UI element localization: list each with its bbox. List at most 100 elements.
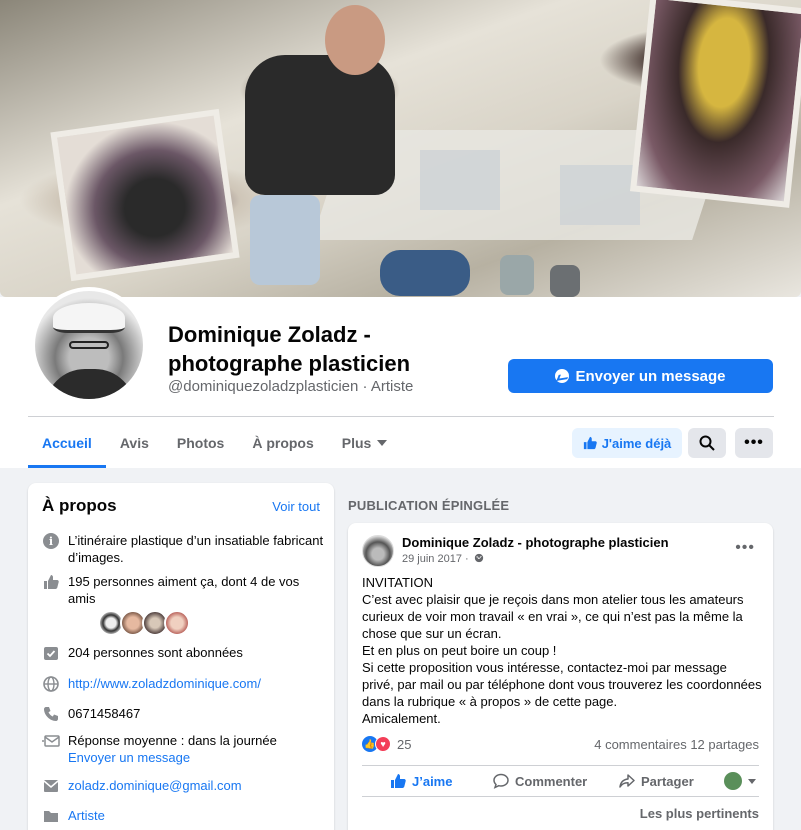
tab-label: Plus [341,434,372,451]
website-link[interactable]: http://www.zoladzdominique.com/ [68,675,261,693]
post-share-label: Partager [641,773,694,789]
thumbs-up-icon [583,436,597,450]
globe-icon [43,676,59,692]
phone-icon [44,707,58,721]
category-link[interactable]: Artiste [68,807,105,825]
post-more-options-icon[interactable]: ••• [735,539,755,557]
about-category: Artiste [42,807,324,825]
cover-figure-legs [250,195,320,285]
post-stats[interactable]: 4 commentaires 12 partages [594,737,759,752]
friend-avatars[interactable] [98,610,190,636]
love-reaction-icon: ♥ [375,736,391,752]
post-comment-button[interactable]: Commenter [493,771,587,791]
cover-photo[interactable] [0,0,801,297]
post-paragraph: Et en plus on peut boire un coup ! [362,643,557,658]
post-divider [362,765,759,766]
response-message-link[interactable]: Envoyer un message [68,749,277,766]
liked-page-button[interactable]: J'aime déjà [572,428,682,458]
comment-sort-selector[interactable]: Les plus pertinents [640,806,759,821]
about-response: Réponse moyenne : dans la journée Envoye… [42,732,324,766]
messenger-icon [555,369,570,383]
more-options-button[interactable]: ••• [735,428,773,458]
about-description: i L’itinéraire plastique d’un insatiable… [42,532,324,566]
post-divider [362,796,759,797]
search-icon [699,435,715,451]
caret-down-icon [377,439,388,446]
followers-text: 204 personnes sont abonnées [68,645,243,660]
post-reactions[interactable]: 👍 ♥ 25 [362,736,411,752]
search-button[interactable] [688,428,726,458]
share-icon [619,774,635,788]
about-email: zoladz.dominique@gmail.com [42,777,324,795]
cover-artwork [50,108,240,282]
about-likes: 195 personnes aiment ça, dont 4 de vos a… [42,573,324,607]
cover-print [420,150,500,210]
avatar-hat [53,303,125,333]
avatar [164,610,190,636]
post-like-label: J’aime [412,773,453,789]
pinned-post-label: PUBLICATION ÉPINGLÉE [348,498,510,513]
post-like-button[interactable]: J’aime [390,771,452,791]
category-folder-icon [44,811,58,822]
post-paragraph: Amicalement. [362,711,441,726]
profile-avatar[interactable] [31,287,147,403]
comment-icon [493,773,509,789]
send-message-label: Envoyer un message [575,367,726,385]
info-icon: i [43,533,59,549]
see-all-link[interactable]: Voir tout [272,499,320,514]
post-share-button[interactable]: Partager [619,771,694,791]
public-globe-icon [474,553,483,563]
thumbs-up-icon [391,774,406,788]
thumbs-up-icon [44,575,59,589]
cover-jar [500,255,534,295]
likes-text: 195 personnes aiment ça, dont 4 de vos a… [68,574,300,606]
email-icon [43,780,59,792]
cover-figure-head [325,5,385,75]
more-dots-icon: ••• [744,434,764,451]
about-title: À propos [42,496,117,515]
tab-avis[interactable]: Avis [106,417,163,468]
response-text: Réponse moyenne : dans la journée [68,733,277,748]
cover-figure [245,55,395,195]
page-title: Dominique Zoladz - photographe plasticie… [168,322,411,376]
about-followers: 204 personnes sont abonnées [42,644,324,662]
tab-label: Avis [119,434,149,451]
post-author-avatar[interactable] [362,535,394,567]
description-text: L’itinéraire plastique d’un insatiable f… [68,533,324,565]
page-handle: @dominiquezoladzplasticien · Artiste [168,378,414,395]
tab-photos[interactable]: Photos [163,417,238,468]
tab-label: Photos [176,434,225,451]
reaction-count: 25 [397,736,412,752]
caret-down-icon [748,778,756,784]
post-author[interactable]: Dominique Zoladz - photographe plasticie… [402,535,669,550]
page-avatar-mini [724,772,742,790]
post-date-text: 29 juin 2017 · [402,553,469,565]
about-website: http://www.zoladzdominique.com/ [42,675,324,693]
tab-a-propos[interactable]: À propos [238,417,327,468]
about-phone: 0671458467 [42,705,324,723]
post-comment-label: Commenter [515,773,588,789]
followers-check-icon [44,647,58,660]
cover-print [560,165,640,225]
envelope-fast-icon [42,735,60,747]
post-paragraph: C’est avec plaisir que je reçois dans mo… [362,592,744,641]
post-paragraph: INVITATION [362,575,434,590]
cover-artwork [629,0,801,208]
post-body: INVITATION C’est avec plaisir que je reç… [362,574,762,727]
post-date[interactable]: 29 juin 2017 · [402,553,484,565]
page-tabs: Accueil Avis Photos À propos Plus [28,417,401,468]
post-as-selector[interactable] [724,771,756,791]
tab-accueil[interactable]: Accueil [28,417,106,468]
about-card: À propos Voir tout i L’itinéraire plasti… [28,483,334,830]
post-paragraph: Si cette proposition vous intéresse, con… [362,660,762,709]
phone-text: 0671458467 [68,706,141,721]
liked-page-label: J'aime déjà [601,435,672,451]
tab-label: À propos [252,434,314,451]
tab-label: Accueil [42,434,92,451]
cover-jar [550,265,580,297]
send-message-button[interactable]: Envoyer un message [508,359,773,393]
email-link[interactable]: zoladz.dominique@gmail.com [68,777,242,795]
cover-fabric [380,250,470,296]
avatar-glasses [69,341,109,349]
tab-plus[interactable]: Plus [328,417,402,468]
